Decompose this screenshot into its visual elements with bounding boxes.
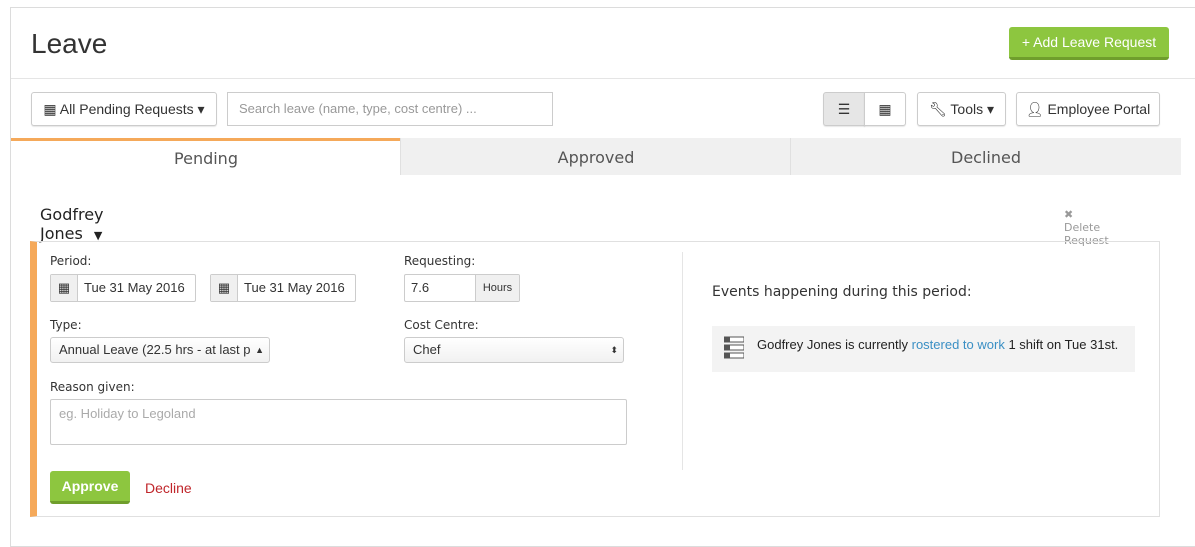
event-text-prefix: Godfrey Jones is currently: [757, 337, 912, 352]
page-title: Leave: [31, 28, 108, 59]
status-tabs: Pending Approved Declined: [11, 138, 1181, 176]
requesting-value[interactable]: 7.6: [411, 275, 477, 301]
start-date-field[interactable]: ▦ Tue 31 May 2016: [50, 274, 196, 302]
calendar-icon: ▦: [51, 275, 78, 301]
list-view-button[interactable]: ☰: [823, 92, 865, 126]
event-text-suffix: 1 shift on Tue 31st.: [1004, 337, 1119, 352]
calendar-icon: ▦: [43, 101, 57, 117]
caret-down-icon: ▾: [197, 101, 205, 117]
requesting-label: Requesting:: [404, 254, 476, 268]
tab-approved[interactable]: Approved: [400, 138, 791, 175]
select-arrows-icon: ▲: [252, 338, 264, 362]
type-label: Type:: [50, 318, 82, 332]
tab-pending[interactable]: Pending: [11, 138, 401, 175]
events-title: Events happening during this period:: [712, 284, 972, 300]
start-date-value: Tue 31 May 2016: [84, 280, 185, 295]
cost-centre-label: Cost Centre:: [404, 318, 479, 332]
column-divider: [682, 252, 683, 470]
rostered-to-work-link[interactable]: rostered to work: [912, 337, 1005, 352]
wrench-icon: 🔧︎: [928, 101, 947, 117]
cost-centre-select[interactable]: Chef ⬍: [404, 337, 624, 363]
filter-label: All Pending Requests: [59, 101, 194, 117]
tools-dropdown-button[interactable]: 🔧︎ Tools ▾: [917, 92, 1006, 126]
roster-icon: [723, 336, 745, 360]
end-date-value: Tue 31 May 2016: [244, 280, 345, 295]
toolbar: ▦ All Pending Requests ▾ Search leave (n…: [11, 80, 1195, 140]
reason-label: Reason given:: [50, 380, 135, 394]
event-item: Godfrey Jones is currently rostered to w…: [712, 326, 1135, 372]
reason-textarea[interactable]: eg. Holiday to Legoland: [50, 399, 627, 445]
close-icon: ✖: [1064, 208, 1074, 221]
filter-dropdown-button[interactable]: ▦ All Pending Requests ▾: [31, 92, 217, 126]
period-label: Period:: [50, 254, 92, 268]
tab-declined[interactable]: Declined: [790, 138, 1181, 175]
decline-link[interactable]: Decline: [145, 480, 192, 496]
calendar-icon: ▦: [878, 101, 892, 117]
leave-request-card: Period: ▦ Tue 31 May 2016 ▦ Tue 31 May 201…: [30, 241, 1160, 517]
leave-type-value: Annual Leave (22.5 hrs - at last p: [59, 342, 251, 357]
list-icon: ☰: [837, 101, 851, 117]
hours-unit: Hours: [475, 275, 519, 301]
end-date-field[interactable]: ▦ Tue 31 May 2016: [210, 274, 356, 302]
employee-name-dropdown[interactable]: Godfrey Jones ▼: [40, 205, 104, 243]
calendar-view-button[interactable]: ▦: [864, 92, 906, 126]
user-icon: 👤︎: [1025, 101, 1044, 117]
search-input[interactable]: Search leave (name, type, cost centre) .…: [227, 92, 553, 126]
page-header: Leave + Add Leave Request: [11, 8, 1195, 79]
cost-centre-value: Chef: [413, 342, 441, 357]
tools-label: Tools: [950, 101, 984, 117]
leave-type-select[interactable]: Annual Leave (22.5 hrs - at last p ▲: [50, 337, 270, 363]
add-leave-request-button[interactable]: + Add Leave Request: [1009, 27, 1169, 60]
employee-portal-label: Employee Portal: [1047, 101, 1151, 117]
calendar-icon: ▦: [211, 275, 238, 301]
approve-button[interactable]: Approve: [50, 471, 130, 504]
requesting-input-group: 7.6 Hours: [404, 274, 520, 302]
caret-down-icon: ▾: [986, 101, 995, 117]
employee-portal-button[interactable]: 👤︎ Employee Portal: [1016, 92, 1160, 126]
select-arrows-icon: ⬍: [610, 345, 618, 355]
